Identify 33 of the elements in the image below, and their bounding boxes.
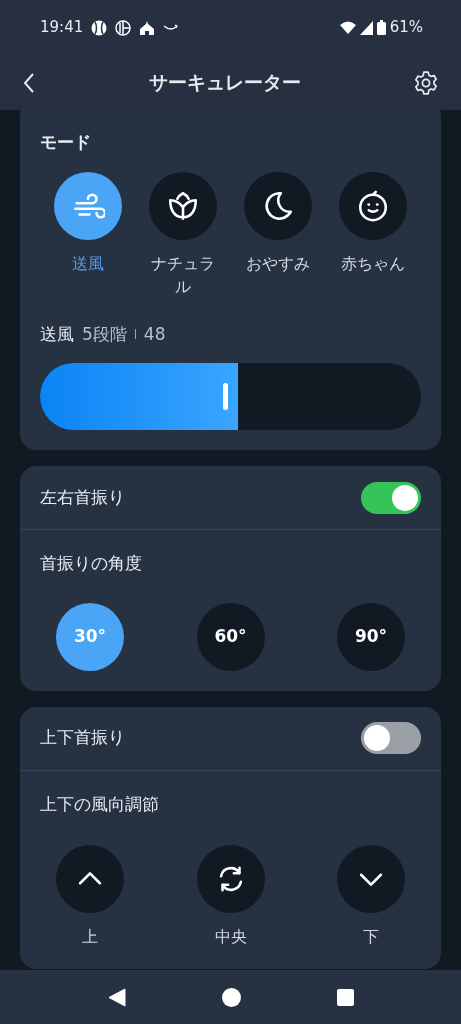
angle-button[interactable]: 90° [337, 602, 405, 671]
toggle-switch[interactable] [361, 481, 421, 514]
screen-title: サーキュレーター [148, 70, 301, 96]
section-title: モード [40, 131, 92, 154]
mode-label: 赤ちゃん [339, 252, 406, 275]
toggle-switch[interactable] [361, 722, 421, 754]
section-title: 首振りの角度 [39, 552, 143, 575]
back-nav-icon[interactable] [107, 987, 126, 1007]
angle-button[interactable]: 60° [196, 602, 265, 671]
mode-label: おやすみ [244, 252, 311, 275]
direction-label: 中央 [214, 926, 247, 948]
ball-icon [91, 19, 108, 36]
chart-icon [115, 19, 132, 36]
speed-value: 48 [143, 322, 166, 346]
section-title: 上下の風向調節 [39, 792, 160, 816]
home-nav-icon[interactable] [221, 987, 241, 1007]
mode-label: ナチュラル [149, 252, 216, 298]
setting-label: 上下首振り [40, 726, 125, 750]
direction-label: 上 [82, 926, 98, 948]
direction-label: 下 [363, 926, 379, 948]
setting-label: 左右首振り [40, 485, 125, 509]
slider-thumb[interactable] [223, 383, 229, 410]
smile-icon [163, 23, 180, 32]
battery-percent: 61% [389, 17, 423, 39]
clock-time: 19:41 [40, 17, 84, 39]
settings-button[interactable] [413, 69, 439, 96]
speed-label: 送風 [40, 322, 74, 346]
speed-steps: 5段階 [82, 321, 127, 347]
battery-icon [376, 20, 386, 35]
signal-icon [359, 20, 373, 35]
recents-nav-icon[interactable] [336, 988, 354, 1006]
wifi-icon [339, 21, 356, 34]
mode-label: 送風 [70, 252, 105, 275]
